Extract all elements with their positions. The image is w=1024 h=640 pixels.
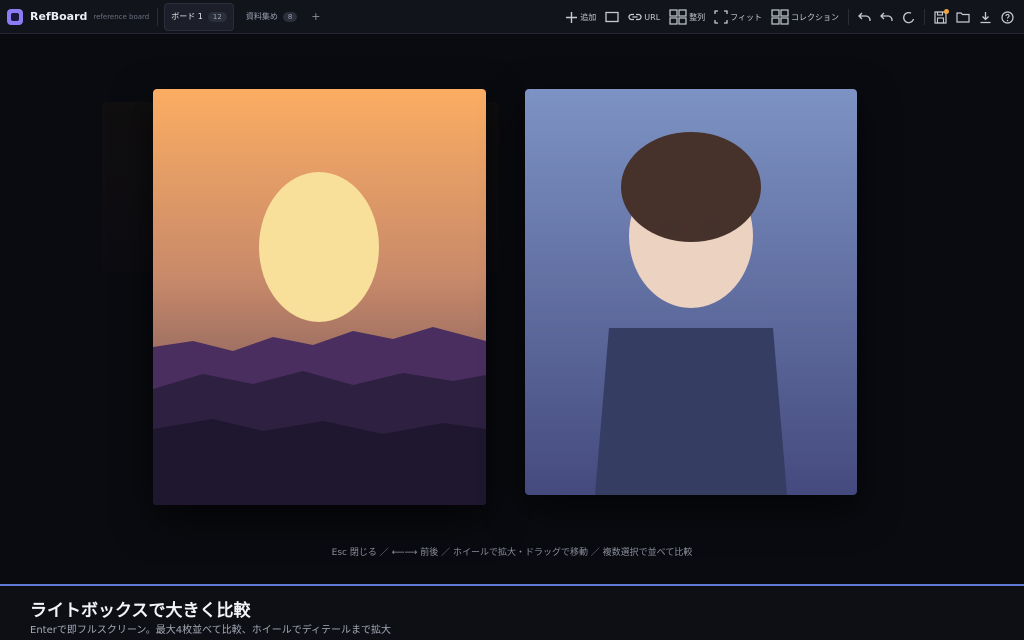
divider	[848, 9, 849, 25]
collection-button[interactable]: コレクション	[771, 9, 839, 25]
feature-caption: ライトボックスで大きく比較 Enterで即フルスクリーン。最大4枚並べて比較、ホ…	[0, 584, 1024, 640]
tab-label: ボード 1	[171, 12, 203, 21]
arrange-icon	[669, 9, 687, 25]
arrange-label: 整列	[689, 12, 706, 22]
toolbar: 追加 URL 整列 フィット コレクション	[556, 0, 1014, 34]
divider	[157, 7, 159, 26]
tab-count-badge: 8	[282, 11, 298, 22]
keyboard-hint: Esc 閉じる ／ ⟵⟶ 前後 ／ ホイールで拡大・ドラッグで移動 ／ 複数選択…	[331, 548, 693, 558]
save-button[interactable]	[934, 8, 949, 24]
redo-button[interactable]	[902, 11, 915, 24]
fit-icon	[714, 10, 728, 24]
download-button[interactable]	[979, 11, 992, 24]
collection-icon	[771, 9, 789, 25]
link-icon	[628, 13, 642, 21]
tab-count-badge: 12	[207, 11, 227, 22]
arrange-button[interactable]: 整列	[669, 9, 705, 25]
add-tab-button[interactable]: +	[311, 10, 320, 23]
tab-label: 資料集め	[245, 12, 278, 21]
undo-all-button[interactable]	[880, 11, 893, 23]
download-icon	[980, 11, 991, 23]
divider	[924, 9, 925, 25]
app-name: RefBoard	[30, 10, 88, 23]
open-folder-button[interactable]	[956, 11, 970, 23]
top-bar: RefBoard reference board ボード 1 12 資料集め 8…	[0, 0, 1024, 34]
add-button[interactable]: 追加	[565, 11, 596, 24]
undo2-icon	[880, 12, 893, 21]
add-label: 追加	[580, 12, 597, 22]
tab-collection[interactable]: 資料集め 8	[240, 4, 303, 30]
add-icon	[566, 11, 578, 23]
undo-button[interactable]	[858, 11, 871, 23]
unsaved-indicator	[944, 8, 949, 14]
caption-subtitle: Enterで即フルスクリーン。最大4枚並べて比較、ホイールでディテールまで拡大	[30, 625, 392, 636]
lightbox-image-sunset[interactable]	[153, 89, 486, 505]
url-button[interactable]: URL	[628, 12, 660, 22]
app-logo-icon	[7, 8, 23, 25]
frame-button[interactable]	[605, 11, 619, 23]
url-label: URL	[644, 12, 661, 22]
undo-icon	[858, 12, 871, 21]
portrait-illustration	[525, 89, 857, 495]
collection-label: コレクション	[791, 12, 839, 22]
app-subtitle: reference board	[93, 12, 150, 21]
fit-label: フィット	[730, 12, 762, 22]
lightbox-image-portrait[interactable]	[525, 89, 857, 495]
folder-icon	[956, 12, 970, 23]
redo-icon	[903, 11, 915, 23]
fit-button[interactable]: フィット	[714, 10, 762, 24]
help-button[interactable]	[1001, 10, 1014, 24]
caption-title: ライトボックスで大きく比較	[30, 601, 251, 621]
frame-icon	[605, 11, 619, 23]
tab-board-1[interactable]: ボード 1 12	[164, 2, 234, 31]
help-icon	[1001, 10, 1014, 24]
sunset-illustration	[153, 89, 486, 505]
